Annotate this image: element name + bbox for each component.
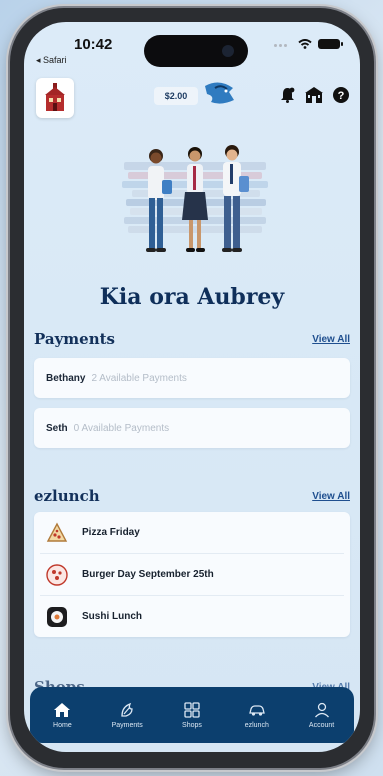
nav-shops[interactable]: Shops [164, 701, 220, 729]
nav-label: ezlunch [244, 722, 269, 729]
back-to-safari[interactable]: ◂ Safari [36, 55, 67, 66]
ezlunch-title: ezlunch [34, 487, 100, 505]
payments-view-all-link[interactable]: View All [312, 334, 350, 345]
app-header: $2.00 ? [24, 74, 360, 124]
signal-icon [274, 41, 292, 47]
nav-ezlunch[interactable]: ezlunch [229, 701, 285, 729]
lunch-item-sushi[interactable]: Sushi Lunch [34, 596, 350, 637]
lunch-item-pizza[interactable]: Pizza Friday [34, 512, 350, 553]
payments-card-2: Seth 0 Available Payments [34, 408, 350, 448]
nav-label: Account [308, 722, 335, 729]
ezlunch-card: Pizza Friday Burger Day September 25th S… [34, 512, 350, 637]
nav-label: Home [53, 722, 72, 729]
status-time: 10:42 [74, 36, 113, 53]
payments-icon [121, 702, 133, 717]
svg-text:?: ? [338, 90, 345, 102]
greeting-heading: Kia ora Aubrey [99, 284, 285, 310]
pepperoni-icon [44, 562, 70, 588]
payments-header: Payments View All [34, 330, 350, 348]
school-logo[interactable] [36, 78, 74, 118]
pizza-icon [44, 520, 70, 546]
notification-bell-icon[interactable] [278, 86, 296, 104]
nav-payments[interactable]: Payments [99, 701, 155, 729]
ezlunch-view-all-link[interactable]: View All [312, 491, 350, 502]
account-icon [314, 702, 329, 718]
students-illustration [122, 145, 268, 252]
ezlunch-header: ezlunch View All [34, 487, 350, 505]
payment-summary: 2 Available Payments [91, 372, 187, 384]
lunch-item-burger-day[interactable]: Burger Day September 25th [34, 554, 350, 595]
status-indicators [274, 39, 343, 49]
help-icon[interactable]: ? [332, 86, 350, 104]
app-screen: 10:42 ◂ Safari $2.00 ? Kia ora Aubrey Pa… [24, 22, 360, 752]
lunch-item-label: Burger Day September 25th [82, 569, 214, 580]
payments-title: Payments [34, 330, 116, 348]
car-icon [248, 705, 265, 716]
payments-card: Bethany 2 Available Payments [34, 358, 350, 398]
nav-label: Payments [111, 722, 143, 729]
student-name: Bethany [46, 372, 86, 384]
balance-badge[interactable]: $2.00 [154, 87, 198, 105]
dynamic-island [144, 35, 248, 67]
payment-summary: 0 Available Payments [73, 422, 170, 434]
nav-home[interactable]: Home [34, 701, 90, 729]
wifi-icon [298, 39, 312, 49]
mascot-icon [205, 82, 234, 104]
nav-label: Shops [182, 722, 202, 729]
payment-row-bethany[interactable]: Bethany 2 Available Payments [34, 358, 350, 398]
lunch-item-label: Pizza Friday [82, 527, 140, 538]
nav-account[interactable]: Account [294, 701, 350, 729]
home-icon [54, 703, 71, 717]
school-house-icon [45, 83, 65, 111]
shops-icon [184, 702, 200, 718]
sushi-icon [44, 604, 70, 630]
lunch-item-label: Sushi Lunch [82, 611, 142, 622]
battery-icon [318, 39, 343, 49]
bottom-nav: Home Payments Shops ezlunch Account [30, 687, 354, 743]
school-building-icon[interactable] [305, 86, 323, 104]
payment-row-seth[interactable]: Seth 0 Available Payments [34, 408, 350, 448]
student-name: Seth [46, 422, 68, 434]
